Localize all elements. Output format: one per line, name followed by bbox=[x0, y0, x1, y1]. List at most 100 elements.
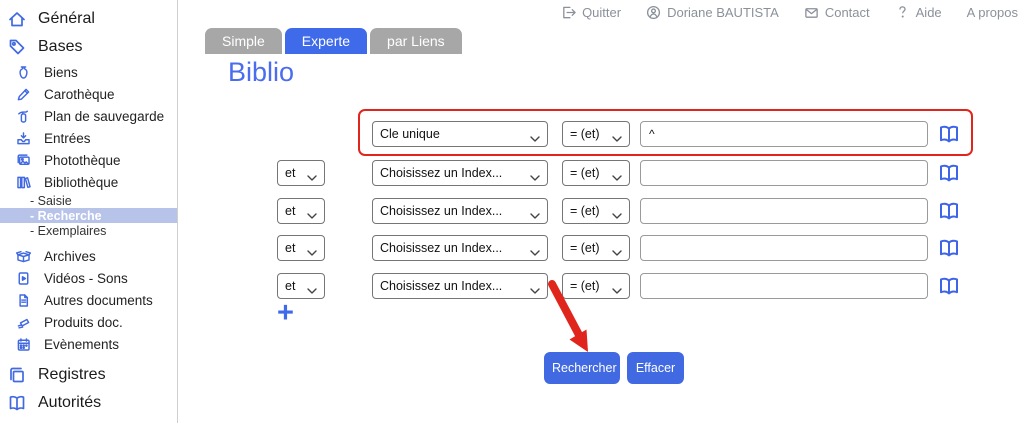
boolean-select-value: et bbox=[285, 279, 295, 293]
operator-select[interactable]: = (et) bbox=[562, 121, 630, 147]
sidebar-item-bases[interactable]: Bases bbox=[0, 33, 177, 61]
clear-button[interactable]: Effacer bbox=[627, 352, 684, 384]
pen-icon bbox=[15, 86, 32, 103]
fire-extinguisher-icon bbox=[15, 108, 32, 125]
index-browse-book-icon[interactable] bbox=[937, 162, 961, 184]
sidebar-item-label: Autorités bbox=[38, 394, 101, 412]
page-title: Biblio bbox=[228, 57, 294, 88]
index-browse-book-icon[interactable] bbox=[937, 123, 961, 145]
boolean-select[interactable]: et bbox=[277, 198, 325, 224]
sidebar-item-entrees[interactable]: Entrées bbox=[0, 127, 177, 149]
operator-select-value: = (et) bbox=[570, 241, 600, 255]
sidebar-item-recherche[interactable]: - Recherche bbox=[0, 208, 177, 223]
inbox-icon bbox=[15, 130, 32, 147]
header-links: Quitter Doriane BAUTISTA Contact Aide A … bbox=[561, 5, 1018, 20]
contact-link[interactable]: Contact bbox=[804, 5, 870, 20]
chevron-down-icon bbox=[307, 170, 317, 176]
tab-experte[interactable]: Experte bbox=[285, 28, 367, 54]
sidebar-item-produits-doc[interactable]: Produits doc. bbox=[0, 311, 177, 333]
mail-icon bbox=[804, 5, 819, 20]
index-select-value: Choisissez un Index... bbox=[380, 204, 502, 218]
criteria-value-input[interactable] bbox=[640, 273, 928, 299]
operator-select[interactable]: = (et) bbox=[562, 273, 630, 299]
boolean-select[interactable]: et bbox=[277, 160, 325, 186]
boolean-select[interactable]: et bbox=[277, 273, 325, 299]
document-icon bbox=[15, 292, 32, 309]
sidebar-item-autorites[interactable]: Autorités bbox=[0, 389, 177, 417]
index-select[interactable]: Choisissez un Index... bbox=[372, 273, 548, 299]
operator-select-value: = (et) bbox=[570, 204, 600, 218]
criteria-row-1: Cle unique = (et) bbox=[277, 121, 961, 147]
index-browse-book-icon[interactable] bbox=[937, 275, 961, 297]
app-window: Général Bases Biens Carothèque Plan de s… bbox=[0, 0, 1026, 423]
sidebar-item-bibliotheque[interactable]: Bibliothèque bbox=[0, 171, 177, 193]
chevron-down-icon bbox=[530, 131, 540, 137]
sidebar-item-registres[interactable]: Registres bbox=[0, 361, 177, 389]
books-icon bbox=[15, 174, 32, 191]
criteria-value-input[interactable] bbox=[640, 121, 928, 147]
chevron-down-icon bbox=[612, 283, 622, 289]
tag-icon bbox=[7, 37, 27, 57]
operator-select-value: = (et) bbox=[570, 127, 600, 141]
about-link[interactable]: A propos bbox=[967, 5, 1018, 20]
open-book-icon bbox=[7, 393, 27, 413]
sidebar-item-evenements[interactable]: Evènements bbox=[0, 333, 177, 355]
sidebar-item-label: Archives bbox=[44, 249, 96, 264]
user-icon bbox=[646, 5, 661, 20]
search-button[interactable]: Rechercher bbox=[544, 352, 620, 384]
criteria-value-input[interactable] bbox=[640, 235, 928, 261]
index-select[interactable]: Cle unique bbox=[372, 121, 548, 147]
sidebar-item-label: Autres documents bbox=[44, 293, 153, 308]
index-select-value: Cle unique bbox=[380, 127, 440, 141]
archive-box-icon bbox=[15, 248, 32, 265]
chevron-down-icon bbox=[530, 245, 540, 251]
chevron-down-icon bbox=[612, 170, 622, 176]
criteria-row-3: et Choisissez un Index... = (et) bbox=[277, 198, 961, 224]
tab-par-liens[interactable]: par Liens bbox=[370, 28, 462, 54]
operator-select[interactable]: = (et) bbox=[562, 198, 630, 224]
chevron-down-icon bbox=[530, 170, 540, 176]
criteria-value-input[interactable] bbox=[640, 198, 928, 224]
operator-select-value: = (et) bbox=[570, 166, 600, 180]
operator-select[interactable]: = (et) bbox=[562, 160, 630, 186]
criteria-value-input[interactable] bbox=[640, 160, 928, 186]
sidebar-item-autorites-unimarc[interactable]: Autorités Unimarc bbox=[0, 417, 177, 423]
search-mode-tabs: Simple Experte par Liens bbox=[205, 28, 462, 54]
sidebar-item-videos-sons[interactable]: Vidéos - Sons bbox=[0, 267, 177, 289]
sidebar-item-autres-documents[interactable]: Autres documents bbox=[0, 289, 177, 311]
sidebar-item-label: Produits doc. bbox=[44, 315, 123, 330]
sidebar-item-archives[interactable]: Archives bbox=[0, 245, 177, 267]
sidebar-item-phototheque[interactable]: Photothèque bbox=[0, 149, 177, 171]
sidebar-item-label: Photothèque bbox=[44, 153, 121, 168]
add-criteria-button[interactable]: + bbox=[277, 299, 294, 328]
sidebar-item-label: - Recherche bbox=[30, 209, 102, 223]
chevron-down-icon bbox=[307, 283, 317, 289]
index-browse-book-icon[interactable] bbox=[937, 237, 961, 259]
quit-link[interactable]: Quitter bbox=[561, 5, 621, 20]
quit-label: Quitter bbox=[582, 5, 621, 20]
main-content: Quitter Doriane BAUTISTA Contact Aide A … bbox=[178, 0, 1026, 423]
boolean-select-value: et bbox=[285, 241, 295, 255]
criteria-row-5: et Choisissez un Index... = (et) bbox=[277, 273, 961, 299]
user-label: Doriane BAUTISTA bbox=[667, 5, 779, 20]
criteria-row-2: et Choisissez un Index... = (et) bbox=[277, 160, 961, 186]
chevron-down-icon bbox=[612, 245, 622, 251]
user-menu[interactable]: Doriane BAUTISTA bbox=[646, 5, 779, 20]
home-icon bbox=[7, 9, 27, 29]
help-link[interactable]: Aide bbox=[895, 5, 942, 20]
index-select[interactable]: Choisissez un Index... bbox=[372, 235, 548, 261]
operator-select[interactable]: = (et) bbox=[562, 235, 630, 261]
index-browse-book-icon[interactable] bbox=[937, 200, 961, 222]
sidebar-item-biens[interactable]: Biens bbox=[0, 61, 177, 83]
sidebar-item-general[interactable]: Général bbox=[0, 5, 177, 33]
sidebar-item-exemplaires[interactable]: - Exemplaires bbox=[0, 223, 177, 238]
index-select[interactable]: Choisissez un Index... bbox=[372, 198, 548, 224]
operator-select-value: = (et) bbox=[570, 279, 600, 293]
sidebar-item-saisie[interactable]: - Saisie bbox=[0, 193, 177, 208]
tab-simple[interactable]: Simple bbox=[205, 28, 282, 54]
sidebar-item-plan-sauvegarde[interactable]: Plan de sauvegarde bbox=[0, 105, 177, 127]
sidebar-item-carotheque[interactable]: Carothèque bbox=[0, 83, 177, 105]
vase-icon bbox=[15, 64, 32, 81]
index-select[interactable]: Choisissez un Index... bbox=[372, 160, 548, 186]
boolean-select[interactable]: et bbox=[277, 235, 325, 261]
